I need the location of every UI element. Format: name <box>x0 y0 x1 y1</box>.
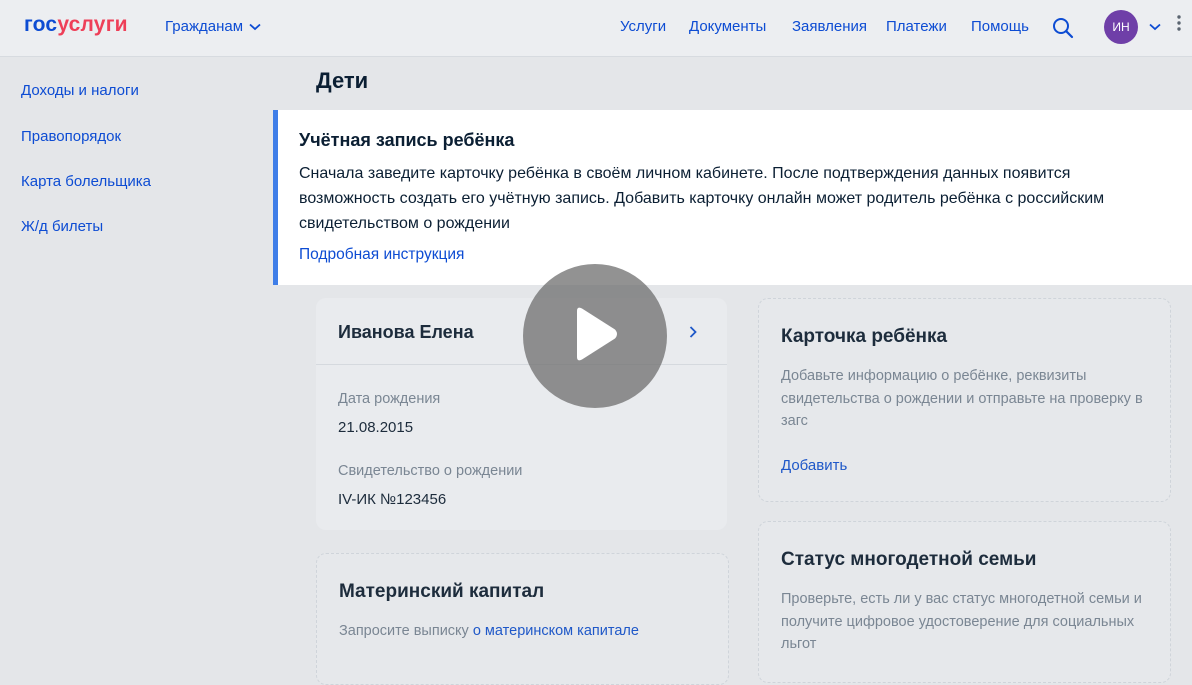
user-avatar[interactable]: ИН <box>1104 10 1138 44</box>
add-card-title: Карточка ребёнка <box>781 326 948 347</box>
notice-text: Сначала заведите карточку ребёнка в своё… <box>299 165 1105 232</box>
play-icon <box>569 305 621 368</box>
nav-payments[interactable]: Платежи <box>886 18 947 35</box>
more-vertical-icon[interactable] <box>1172 12 1186 34</box>
birth-cert-value: IV-ИК №123456 <box>338 491 447 508</box>
top-header: госуслуги Гражданам Услуги Документы Зая… <box>0 0 1192 57</box>
sidebar-item-fan-card[interactable]: Карта болельщика <box>21 173 151 190</box>
logo-part-gos: гос <box>24 13 58 36</box>
add-child-card: Карточка ребёнка Добавьте информацию о р… <box>758 298 1171 502</box>
gosuslugi-logo[interactable]: госуслуги <box>24 13 128 37</box>
chevron-right-icon[interactable] <box>686 324 700 340</box>
sidebar-item-train-tickets[interactable]: Ж/д билеты <box>21 218 103 235</box>
play-button[interactable] <box>523 264 667 408</box>
sidebar-item-income-taxes[interactable]: Доходы и налоги <box>21 82 139 99</box>
maternity-capital-card: Материнский капитал Запросите выписку о … <box>316 553 729 685</box>
nav-documents[interactable]: Документы <box>689 18 766 35</box>
audience-dropdown[interactable]: Гражданам <box>165 18 261 35</box>
add-card-link[interactable]: Добавить <box>781 457 847 474</box>
birth-cert-label: Свидетельство о рождении <box>338 463 523 479</box>
search-icon[interactable] <box>1051 16 1075 40</box>
detailed-instruction-link[interactable]: Подробная инструкция <box>299 246 464 264</box>
nav-applications[interactable]: Заявления <box>792 18 867 35</box>
nav-services[interactable]: Услуги <box>620 18 666 35</box>
child-name: Иванова Елена <box>338 322 474 342</box>
chevron-down-icon[interactable] <box>1148 21 1162 33</box>
birth-date-label: Дата рождения <box>338 391 441 407</box>
page-title: Дети <box>316 68 369 93</box>
audience-label: Гражданам <box>165 18 244 35</box>
card-divider <box>316 364 727 365</box>
sidebar-item-law-order[interactable]: Правопорядок <box>21 128 121 145</box>
chevron-down-icon <box>249 18 261 35</box>
notice-title: Учётная запись ребёнка <box>299 130 515 150</box>
avatar-initials: ИН <box>1112 20 1130 34</box>
capital-text-prefix: Запросите выписку <box>339 623 473 639</box>
capital-card-title: Материнский капитал <box>339 581 545 602</box>
child-account-notice: Учётная запись ребёнка Сначала заведите … <box>273 110 1192 285</box>
large-family-description: Проверьте, есть ли у вас статус многодет… <box>781 591 1142 652</box>
logo-part-uslugi: услуги <box>57 13 128 36</box>
birth-date-value: 21.08.2015 <box>338 419 414 436</box>
large-family-card: Статус многодетной семьи Проверьте, есть… <box>758 521 1171 683</box>
nav-help[interactable]: Помощь <box>971 18 1029 35</box>
capital-card-description: Запросите выписку о материнском капитале <box>339 620 639 643</box>
capital-statement-link[interactable]: о материнском капитале <box>473 623 639 639</box>
add-card-description: Добавьте информацию о ребёнке, реквизиты… <box>781 368 1143 429</box>
large-family-title: Статус многодетной семьи <box>781 549 1037 570</box>
